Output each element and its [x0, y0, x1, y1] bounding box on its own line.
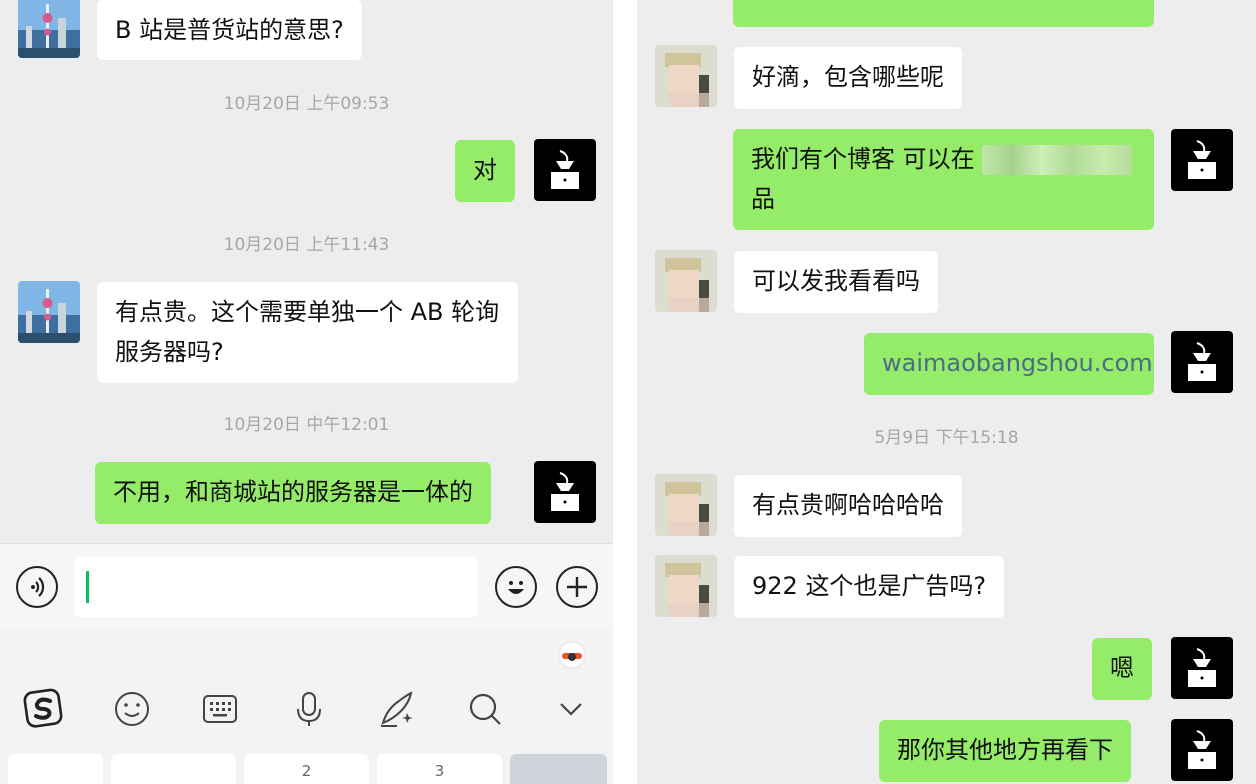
- laptop-figure-icon: [1171, 637, 1233, 699]
- message-bubble-incoming[interactable]: 有点贵。这个需要单独一个 AB 轮询服务器吗?: [97, 282, 518, 383]
- contact-avatar[interactable]: [18, 281, 80, 343]
- message-bubble-incoming[interactable]: 可以发我看看吗: [734, 251, 938, 313]
- message-bubble-incoming[interactable]: B 站是普货站的意思?: [97, 0, 362, 60]
- plus-icon: [567, 577, 587, 597]
- smiley-icon: [508, 581, 524, 594]
- contact-avatar[interactable]: [655, 250, 717, 312]
- keyboard-key[interactable]: [8, 754, 103, 784]
- laptop-figure-icon: [1171, 719, 1233, 781]
- chevron-down-icon[interactable]: [549, 687, 593, 731]
- message-bubble-outgoing[interactable]: 对: [455, 140, 515, 202]
- timestamp: 10月20日 上午11:43: [223, 235, 390, 255]
- message-input[interactable]: [74, 557, 478, 617]
- keyboard-key-2[interactable]: 2: [244, 754, 369, 784]
- redacted-text: [982, 145, 1133, 175]
- my-avatar[interactable]: [1171, 331, 1233, 393]
- message-bubble-outgoing[interactable]: 嗯: [1092, 638, 1152, 700]
- message-bubble-incoming[interactable]: 922 这个也是广告吗?: [734, 556, 1005, 618]
- city-skyline-icon: [18, 0, 80, 58]
- laptop-figure-icon: [534, 139, 596, 201]
- message-bubble-incoming[interactable]: 有点贵啊哈哈哈哈: [734, 475, 962, 537]
- sogou-logo-icon[interactable]: [22, 686, 66, 730]
- chat-input-bar: [0, 543, 613, 630]
- contact-avatar[interactable]: [18, 0, 80, 58]
- timestamp: 10月20日 上午09:53: [223, 94, 390, 114]
- timestamp: 10月20日 中午12:01: [223, 415, 390, 435]
- mascot-icon[interactable]: [556, 638, 588, 670]
- handwriting-icon[interactable]: [375, 687, 419, 731]
- keyboard-key[interactable]: [111, 754, 236, 784]
- laptop-figure-icon: [1171, 129, 1233, 191]
- keyboard-key-3[interactable]: 3: [377, 754, 502, 784]
- message-bubble-outgoing[interactable]: 我们有个博客 可以在 品: [733, 129, 1154, 230]
- message-bubble-outgoing-link[interactable]: waimaobangshou.com: [864, 333, 1154, 395]
- keyboard-icon[interactable]: [198, 687, 242, 731]
- message-bubble-incoming[interactable]: 好滴，包含哪些呢: [734, 47, 962, 109]
- laptop-figure-icon: [534, 461, 596, 523]
- my-avatar[interactable]: [534, 139, 596, 201]
- my-avatar[interactable]: [534, 461, 596, 523]
- contact-avatar[interactable]: [655, 45, 717, 107]
- city-skyline-icon: [18, 281, 80, 343]
- contact-avatar[interactable]: [655, 555, 717, 617]
- message-bubble-outgoing[interactable]: 不用，和商城站的服务器是一体的: [95, 462, 491, 524]
- text-caret: [86, 571, 89, 603]
- pixelated-face-icon: [655, 250, 717, 312]
- pixelated-face-icon: [655, 45, 717, 107]
- timestamp: 5月9日 下午15:18: [874, 428, 1019, 448]
- my-avatar[interactable]: [1171, 637, 1233, 699]
- left-chat-pane: B 站是普货站的意思? 10月20日 上午09:53 对 10月20日 上午11…: [0, 0, 613, 784]
- url-link[interactable]: waimaobangshou.com: [882, 349, 1153, 377]
- microphone-icon[interactable]: [287, 687, 331, 731]
- message-bubble-outgoing[interactable]: [733, 0, 1154, 27]
- right-chat-pane: 好滴，包含哪些呢 我们有个博客 可以在 品 可以发我看看吗 waimaobang…: [637, 0, 1256, 784]
- keyboard-delete-key[interactable]: [510, 754, 607, 784]
- pane-divider: [613, 0, 637, 784]
- my-avatar[interactable]: [1171, 129, 1233, 191]
- search-icon[interactable]: [463, 687, 507, 731]
- pixelated-face-icon: [655, 474, 717, 536]
- contact-avatar[interactable]: [655, 474, 717, 536]
- more-options-button[interactable]: [556, 566, 598, 608]
- voice-icon: [31, 577, 45, 597]
- my-avatar[interactable]: [1171, 719, 1233, 781]
- voice-toggle-button[interactable]: [16, 566, 58, 608]
- emoji-button[interactable]: [495, 566, 537, 608]
- emoji-keyboard-icon[interactable]: [110, 687, 154, 731]
- pixelated-face-icon: [655, 555, 717, 617]
- laptop-figure-icon: [1171, 331, 1233, 393]
- message-bubble-outgoing[interactable]: 那你其他地方再看下: [879, 720, 1131, 782]
